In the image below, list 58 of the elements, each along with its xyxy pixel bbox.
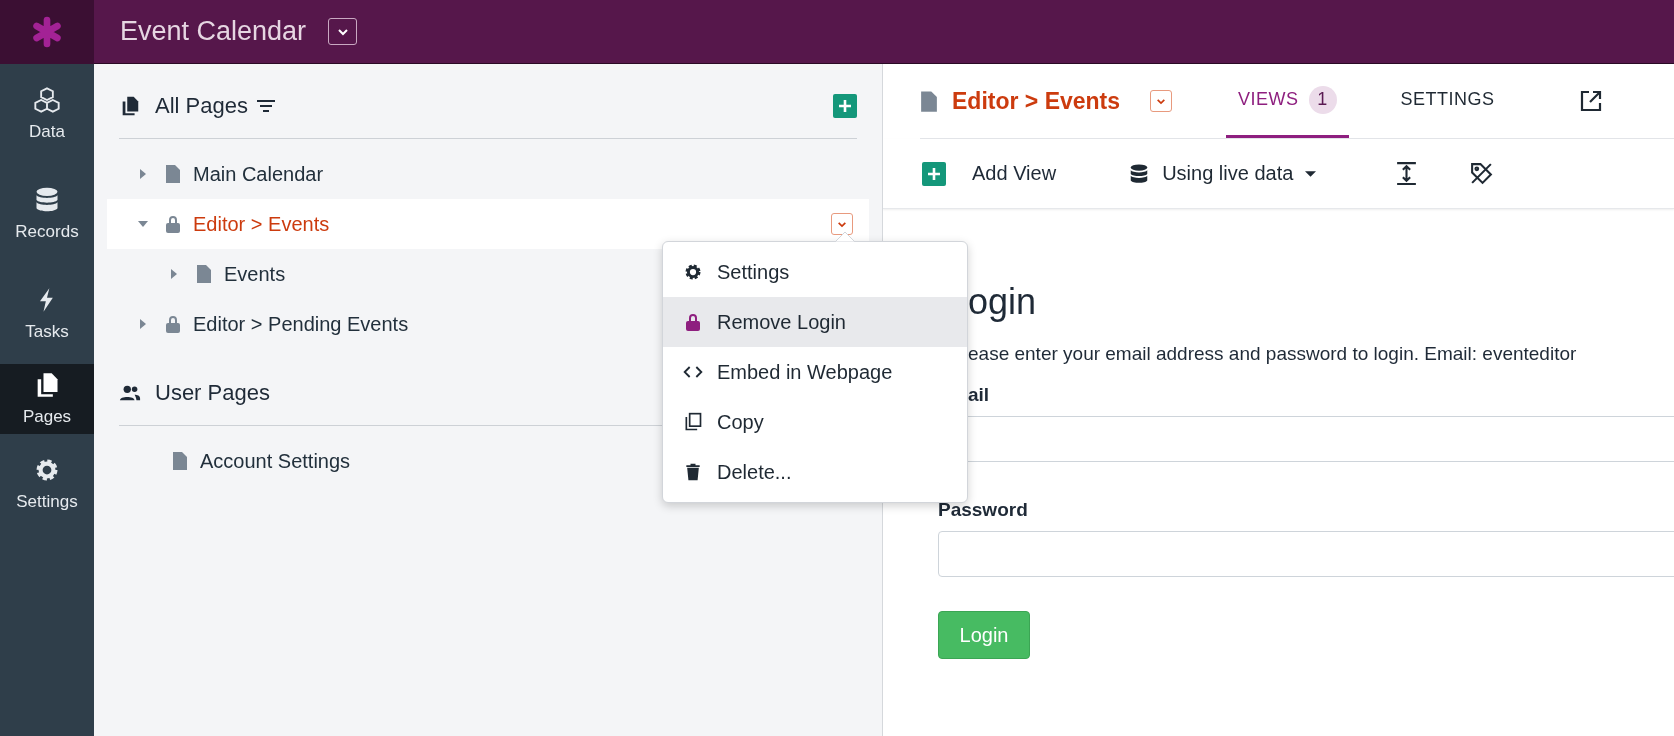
chevron-icon [837, 220, 847, 228]
lock-icon [165, 214, 181, 234]
form-heading: ogin [968, 281, 1038, 323]
cubes-icon [33, 86, 61, 114]
page-link[interactable]: Editor > Pending Events [193, 312, 409, 336]
page-link[interactable]: Main Calendar [193, 162, 324, 186]
app-title: Event Calendar [120, 16, 307, 47]
tab[interactable]: SETTINGS [1388, 64, 1507, 138]
menu-item[interactable]: Settings [663, 247, 967, 297]
file-icon [172, 451, 188, 471]
page-link[interactable]: Account Settings [200, 449, 351, 473]
menu-item[interactable]: Delete... [663, 447, 967, 497]
file-icon [165, 164, 181, 184]
password-field[interactable] [938, 531, 1674, 577]
caret-icon [1305, 170, 1317, 177]
field-label: Password [938, 499, 1029, 521]
page-link[interactable]: Events [224, 262, 286, 286]
asterisk-logo [31, 16, 63, 48]
add-button[interactable] [922, 161, 946, 186]
file-icon [920, 89, 938, 113]
copy-icon [683, 412, 703, 432]
tag-off-icon[interactable] [1469, 161, 1495, 186]
plus-icon [928, 167, 940, 180]
section-title: User Pages [155, 380, 270, 406]
caret-icon[interactable] [138, 220, 148, 228]
page-link[interactable]: Editor > Events [193, 212, 330, 236]
field-label: ail [968, 384, 991, 406]
form-description: ease enter your email address and password to login. Email: eventeditor [968, 343, 1578, 365]
caret-icon[interactable] [170, 269, 178, 279]
add-button[interactable] [833, 94, 857, 118]
settings-icon [683, 262, 703, 282]
caret-icon[interactable] [139, 169, 147, 179]
menu-item[interactable]: Embed in Webpage [663, 347, 967, 397]
page-title: Editor > Events [952, 87, 1121, 115]
nav-item[interactable]: Tasks [0, 264, 94, 364]
nav-item[interactable]: Records [0, 164, 94, 264]
menu-item[interactable]: Copy [663, 397, 967, 447]
filter-icon[interactable] [255, 99, 276, 113]
panel-title: All Pages [155, 93, 248, 119]
nav-item[interactable]: Data [0, 64, 94, 164]
plus-icon [839, 100, 851, 112]
tree-row[interactable]: Editor > Events [107, 199, 869, 249]
count-badge: 1 [1308, 85, 1337, 114]
data-source-dropdown[interactable]: Using live data [1128, 162, 1317, 185]
file-icon [196, 264, 212, 284]
chevron-icon [1156, 97, 1167, 105]
dropdown-button[interactable] [328, 18, 358, 45]
tab[interactable]: VIEWS 1 [1226, 64, 1349, 138]
lock-icon [165, 314, 181, 334]
add-view-link[interactable]: Add View [972, 162, 1057, 185]
caret-icon[interactable] [139, 319, 147, 329]
nav-item[interactable]: Settings [0, 434, 94, 534]
trash-icon [683, 462, 703, 482]
external-link-icon[interactable] [1578, 89, 1603, 113]
nav-item[interactable]: Pages [0, 364, 94, 434]
lock-icon [683, 312, 703, 332]
chevron-icon [336, 27, 349, 36]
menu-item[interactable]: Remove Login [663, 297, 967, 347]
